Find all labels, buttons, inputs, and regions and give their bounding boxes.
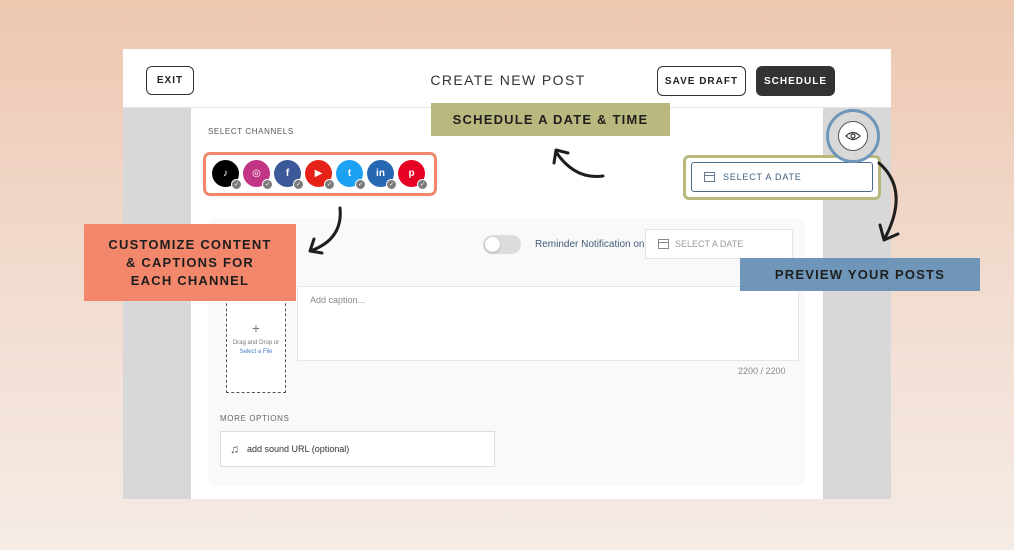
arrow-to-customize: [311, 206, 342, 252]
annotation-arrows: [308, 148, 900, 255]
arrow-to-schedule: [554, 150, 605, 178]
